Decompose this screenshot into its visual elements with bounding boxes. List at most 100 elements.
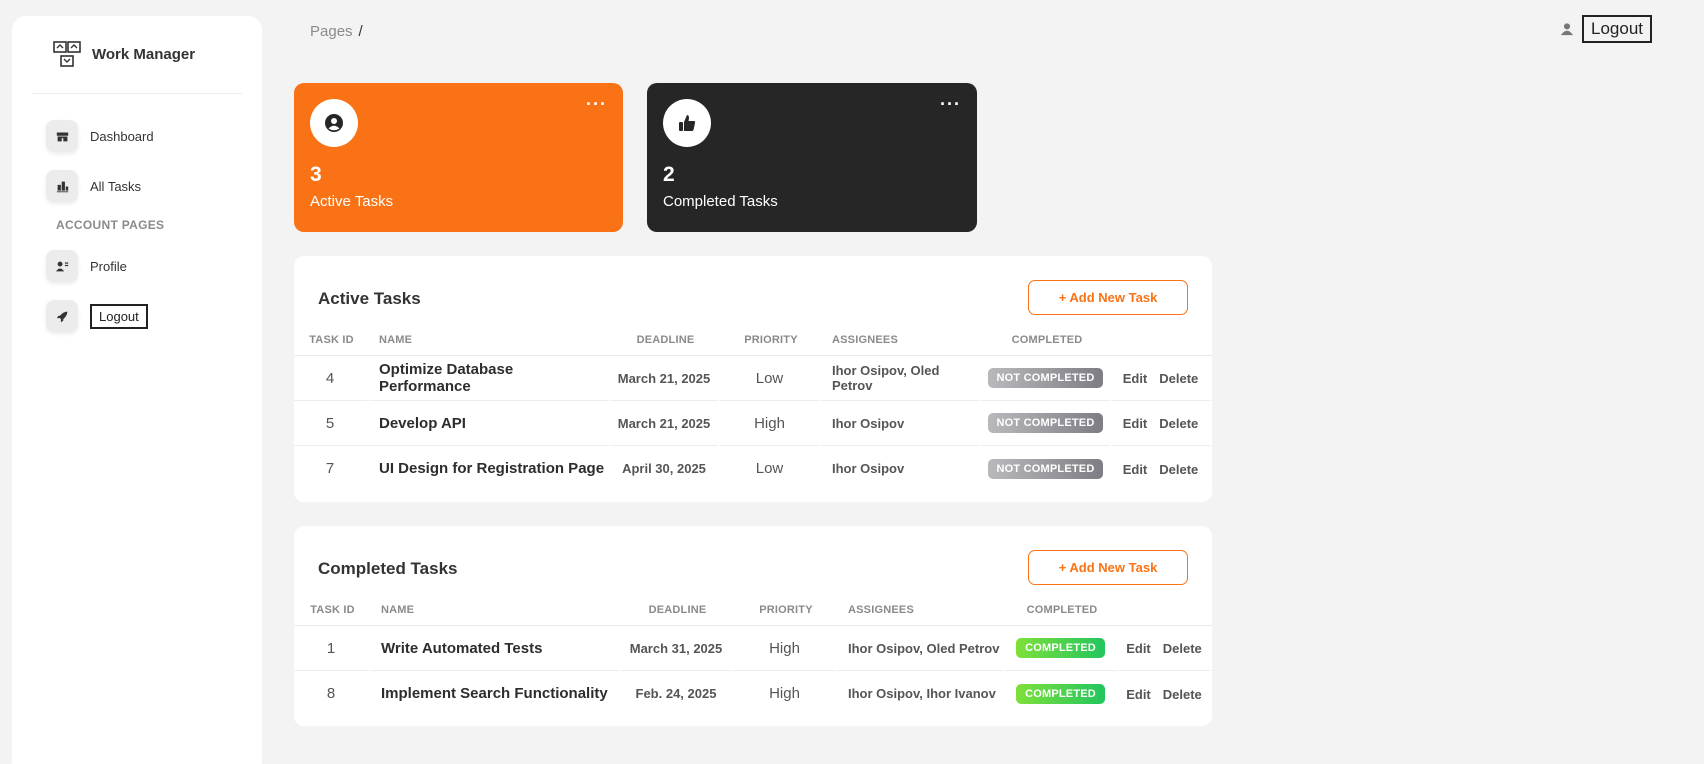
logout-button[interactable]: Logout [1582,15,1652,43]
breadcrumb-separator: / [358,23,363,40]
table-header-row: TASK ID NAME DEADLINE PRIORITY ASSIGNEES… [294,324,1212,356]
table-row[interactable]: 1 Write Automated Tests March 31, 2025 H… [294,626,1212,671]
edit-link[interactable]: Edit [1126,641,1151,656]
table-row[interactable]: 4 Optimize Database Performance March 21… [294,356,1212,401]
edit-link[interactable]: Edit [1123,416,1148,431]
building-icon [46,170,78,202]
column-header: ASSIGNEES [822,324,982,356]
task-id: 4 [294,356,369,401]
task-id: 8 [294,671,371,716]
add-task-button[interactable]: + Add New Task [1028,550,1188,585]
status-badge: NOT COMPLETED [987,413,1104,433]
column-header: TASK ID [294,594,371,626]
edit-link[interactable]: Edit [1126,687,1151,702]
status-badge: NOT COMPLETED [987,458,1104,479]
sidebar-item-dashboard[interactable]: Dashboard [32,118,242,154]
sidebar-item-profile[interactable]: Profile [32,248,242,284]
task-name: Implement Search Functionality [371,671,621,716]
task-status-cell: NOT COMPLETED [982,401,1112,446]
stat-icon-circle [663,99,711,147]
sidebar-item-label: Dashboard [90,128,154,144]
table-row[interactable]: 8 Implement Search Functionality Feb. 24… [294,671,1212,716]
status-badge: COMPLETED [1016,638,1105,658]
task-actions: Edit Delete [1112,356,1212,401]
column-header: DEADLINE [621,594,734,626]
stat-value: 3 [310,163,322,186]
table-header-row: TASK ID NAME DEADLINE PRIORITY ASSIGNEES… [294,594,1212,626]
task-name: Write Automated Tests [371,626,621,671]
task-deadline: March 21, 2025 [611,401,720,446]
column-header: TASK ID [294,324,369,356]
stat-label: Completed Tasks [663,193,778,210]
column-header: DEADLINE [611,324,720,356]
column-header: ASSIGNEES [838,594,1005,626]
active-tasks-table: TASK ID NAME DEADLINE PRIORITY ASSIGNEES… [294,324,1212,491]
stat-value: 2 [663,163,675,186]
task-actions: Edit Delete [1112,401,1212,446]
task-assignees: Ihor Osipov [822,401,982,446]
stat-card-active: ··· 3 Active Tasks [294,83,623,232]
brand-name: Work Manager [92,46,196,63]
task-assignees: Ihor Osipov, Oled Petrov [822,356,982,401]
task-id: 5 [294,401,369,446]
task-priority: High [720,401,822,446]
task-name: UI Design for Registration Page [369,446,611,491]
more-icon[interactable]: ··· [940,95,961,113]
sidebar-item-all-tasks[interactable]: All Tasks [32,168,242,204]
table-row[interactable]: 5 Develop API March 21, 2025 High Ihor O… [294,401,1212,446]
task-status-cell: COMPLETED [1005,626,1119,671]
add-task-button[interactable]: + Add New Task [1028,280,1188,315]
task-status-cell: NOT COMPLETED [982,446,1112,491]
task-name: Develop API [369,401,611,446]
delete-link[interactable]: Delete [1159,371,1198,386]
user-icon [1560,23,1574,36]
edit-link[interactable]: Edit [1123,371,1148,386]
task-deadline: March 31, 2025 [621,626,734,671]
table-row[interactable]: 7 UI Design for Registration Page April … [294,446,1212,491]
completed-tasks-table: TASK ID NAME DEADLINE PRIORITY ASSIGNEES… [294,594,1212,716]
sidebar-section-label: ACCOUNT PAGES [56,218,165,232]
column-header: COMPLETED [982,324,1112,356]
task-assignees: Ihor Osipov [822,446,982,491]
task-priority: High [734,671,838,716]
stat-label: Active Tasks [310,193,394,210]
task-deadline: Feb. 24, 2025 [621,671,734,716]
task-actions: Edit Delete [1119,626,1212,671]
task-priority: Low [720,356,822,401]
sidebar-logout-button[interactable]: Logout [90,303,148,329]
column-header: PRIORITY [734,594,838,626]
sidebar-item-logout[interactable]: Logout [32,298,242,334]
task-name: Optimize Database Performance [369,356,611,401]
status-badge: NOT COMPLETED [987,368,1104,388]
task-assignees: Ihor Osipov, Ihor Ivanov [838,671,1005,716]
delete-link[interactable]: Delete [1159,416,1198,431]
completed-tasks-panel: Completed Tasks + Add New Task TASK ID N… [294,526,1212,726]
panel-title: Active Tasks [318,289,421,308]
task-actions: Edit Delete [1112,446,1212,491]
panel-title: Completed Tasks [318,559,458,578]
task-deadline: March 21, 2025 [611,356,720,401]
brand[interactable]: Work Manager [32,16,242,94]
delete-link[interactable]: Delete [1163,687,1202,702]
active-tasks-panel: Active Tasks + Add New Task TASK ID NAME… [294,256,1212,502]
task-priority: Low [720,446,822,491]
column-header-actions [1112,324,1212,356]
delete-link[interactable]: Delete [1159,462,1198,477]
column-header: NAME [369,324,611,356]
column-header: NAME [371,594,621,626]
edit-link[interactable]: Edit [1123,462,1148,477]
status-badge: COMPLETED [1016,683,1105,704]
stat-icon-circle [310,99,358,147]
sidebar-item-label: Profile [90,258,127,274]
delete-link[interactable]: Delete [1163,641,1202,656]
column-header: COMPLETED [1005,594,1119,626]
breadcrumb-root[interactable]: Pages [310,23,353,40]
sidebar-nav: Dashboard All Tasks ACCOUNT PAGES Profil… [32,118,242,334]
sidebar-item-label: All Tasks [90,178,142,194]
store-icon [46,120,78,152]
task-assignees: Ihor Osipov, Oled Petrov [838,626,1005,671]
logo-icon [53,40,81,67]
rocket-icon [46,300,78,332]
more-icon[interactable]: ··· [586,95,607,113]
task-deadline: April 30, 2025 [611,446,720,491]
